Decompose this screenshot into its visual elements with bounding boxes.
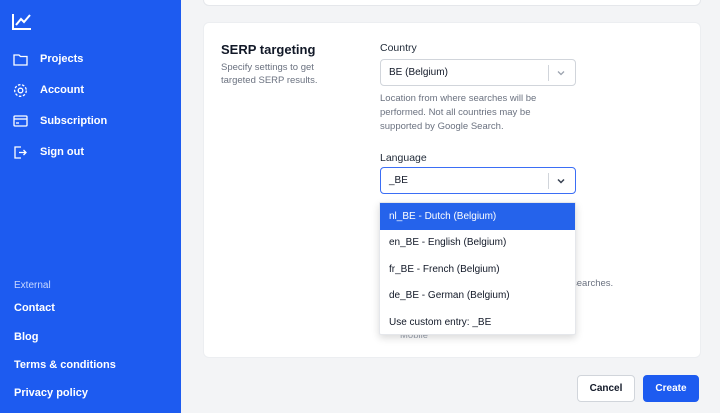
sidebar-item-label: Projects [40, 53, 84, 65]
sidebar-item-projects[interactable]: Projects [12, 49, 83, 69]
section-title: SERP targeting [221, 42, 316, 57]
external-link-privacy[interactable]: Privacy policy [14, 387, 88, 399]
language-option-nl-be[interactable]: nl_BE - Dutch (Belgium) [380, 203, 575, 230]
sidebar-item-sign-out[interactable]: Sign out [12, 142, 84, 162]
chevron-down-icon [557, 71, 565, 76]
select-divider [548, 65, 549, 81]
chevron-down-icon [557, 178, 565, 184]
country-select-value: BE (Belgium) [389, 67, 448, 78]
language-select-input[interactable]: _BE [380, 167, 576, 194]
obscured-help-fragment: searches. [572, 278, 614, 289]
section-description: Specify settings to get targeted SERP re… [221, 62, 318, 86]
country-select[interactable]: BE (Belgium) [380, 59, 576, 86]
gear-icon [12, 82, 28, 98]
external-link-terms[interactable]: Terms & conditions [14, 359, 116, 371]
external-link-contact[interactable]: Contact [14, 302, 55, 314]
external-section-title: External [14, 280, 51, 291]
language-option-de-be[interactable]: de_BE - German (Belgium) [380, 283, 575, 310]
main-content: SERP targeting Specify settings to get t… [181, 0, 720, 413]
cancel-button[interactable]: Cancel [577, 375, 635, 402]
country-help-text: Location from where searches will be per… [380, 93, 537, 132]
credit-card-icon [12, 113, 28, 129]
language-option-en-be[interactable]: en_BE - English (Belgium) [380, 230, 575, 257]
sidebar-item-account[interactable]: Account [12, 80, 84, 100]
folder-icon [12, 51, 28, 67]
create-button[interactable]: Create [643, 375, 699, 402]
language-option-custom[interactable]: Use custom entry: _BE [380, 309, 575, 336]
sidebar-item-label: Sign out [40, 146, 84, 158]
sidebar: Projects Account Subscription Sign out E… [0, 0, 181, 413]
country-label: Country [380, 42, 417, 54]
sidebar-item-label: Account [40, 84, 84, 96]
external-link-blog[interactable]: Blog [14, 331, 38, 343]
language-input-value: _BE [389, 175, 408, 186]
previous-section-card [203, 0, 701, 6]
sign-out-icon [12, 144, 28, 160]
sidebar-item-subscription[interactable]: Subscription [12, 111, 107, 131]
chart-logo-icon[interactable] [11, 11, 33, 31]
select-divider [548, 173, 549, 189]
language-dropdown-menu: nl_BE - Dutch (Belgium) en_BE - English … [379, 202, 576, 335]
language-option-fr-be[interactable]: fr_BE - French (Belgium) [380, 256, 575, 283]
sidebar-item-label: Subscription [40, 115, 108, 127]
language-label: Language [380, 152, 427, 164]
